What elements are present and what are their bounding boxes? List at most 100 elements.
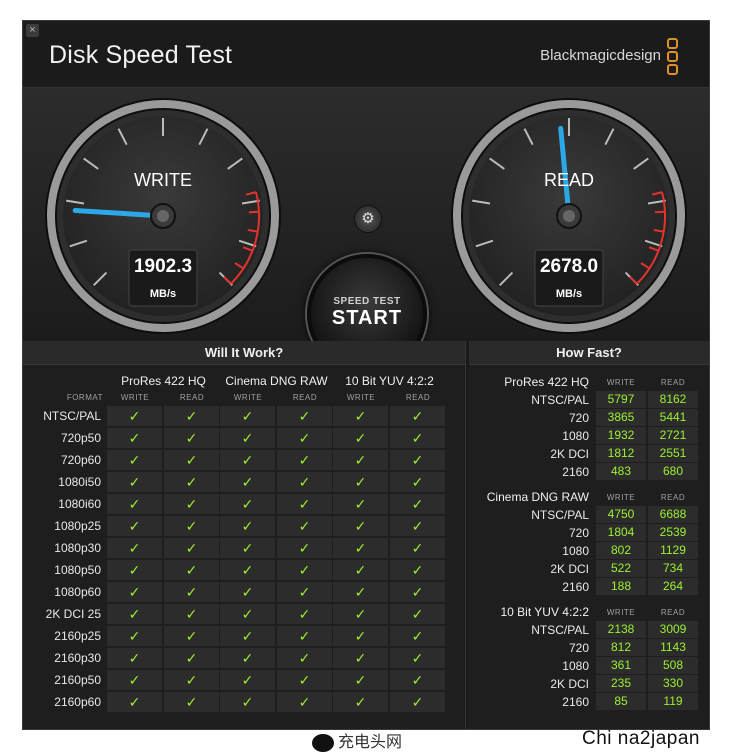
read-fps-value: 734 [648, 560, 698, 577]
speed-group-header: Cinema DNG RAW WRITE READ [469, 486, 709, 506]
read-fps-value: 6688 [648, 506, 698, 523]
check-icon: ✓ [220, 626, 275, 646]
check-icon: ✓ [277, 692, 332, 712]
check-icon: ✓ [390, 670, 445, 690]
check-icon: ✓ [277, 560, 332, 580]
table-row: 2160 483 680 [469, 463, 709, 481]
codec-name: 10 Bit YUV 4:2:2 [500, 605, 590, 619]
table-row: 1080i50 ✓ ✓ ✓ ✓ ✓ ✓ [23, 471, 466, 493]
check-icon: ✓ [220, 538, 275, 558]
check-icon: ✓ [333, 670, 388, 690]
check-icon: ✓ [107, 626, 162, 646]
settings-gear-icon[interactable]: ⚙ [354, 205, 382, 233]
resolution-label: 2K DCI [550, 447, 589, 461]
table-row: 1080 1932 2721 [469, 427, 709, 445]
write-fps-value: 1932 [596, 427, 646, 444]
write-speed-unit: MB/s [149, 288, 177, 300]
write-column-label: WRITE [346, 393, 376, 402]
check-icon: ✓ [333, 406, 388, 426]
format-label: 1080p30 [54, 541, 101, 555]
resolution-label: 720 [568, 641, 589, 655]
resolution-label: NTSC/PAL [531, 623, 589, 637]
check-icon: ✓ [390, 406, 445, 426]
format-label: 720p60 [60, 453, 101, 467]
check-icon: ✓ [220, 648, 275, 668]
check-icon: ✓ [390, 582, 445, 602]
codec-name: Cinema DNG RAW [486, 490, 589, 504]
check-icon: ✓ [107, 428, 162, 448]
write-column-label: WRITE [606, 378, 636, 387]
check-icon: ✓ [107, 406, 162, 426]
format-label: 1080p25 [54, 519, 101, 533]
read-fps-value: 119 [648, 693, 698, 710]
write-speed-value: 1902.3 [133, 256, 193, 277]
check-icon: ✓ [107, 582, 162, 602]
check-icon: ✓ [220, 494, 275, 514]
read-fps-value: 2551 [648, 445, 698, 462]
check-icon: ✓ [333, 560, 388, 580]
table-row: NTSC/PAL 5797 8162 [469, 391, 709, 409]
start-button-label: START [331, 307, 403, 329]
table-row: 2K DCI 25 ✓ ✓ ✓ ✓ ✓ ✓ [23, 603, 466, 625]
read-column-label: READ [660, 608, 686, 617]
table-row: NTSC/PAL 4750 6688 [469, 506, 709, 524]
read-column-label: READ [292, 393, 318, 402]
check-icon: ✓ [164, 670, 219, 690]
resolution-label: 2160 [562, 465, 589, 479]
close-icon[interactable]: × [26, 24, 39, 37]
read-fps-value: 264 [648, 578, 698, 595]
check-icon: ✓ [164, 692, 219, 712]
table-row: 2160p50 ✓ ✓ ✓ ✓ ✓ ✓ [23, 669, 466, 691]
check-icon: ✓ [277, 450, 332, 470]
watermark-right: Chi na2japan [582, 728, 700, 749]
blackmagic-logo-icon [667, 38, 679, 77]
check-icon: ✓ [164, 450, 219, 470]
read-gauge-dial [451, 98, 687, 334]
check-icon: ✓ [107, 538, 162, 558]
check-icon: ✓ [333, 450, 388, 470]
format-label: 1080i50 [58, 475, 101, 489]
check-icon: ✓ [390, 692, 445, 712]
read-fps-value: 330 [648, 675, 698, 692]
table-row: 1080p25 ✓ ✓ ✓ ✓ ✓ ✓ [23, 515, 466, 537]
write-fps-value: 5797 [596, 391, 646, 408]
write-fps-value: 802 [596, 542, 646, 559]
check-icon: ✓ [333, 516, 388, 536]
will-it-work-table: ProRes 422 HQ Cinema DNG RAW 10 Bit YUV 4:… [23, 371, 466, 713]
speed-group-header: 10 Bit YUV 4:2:2 WRITE READ [469, 601, 709, 621]
write-fps-value: 483 [596, 463, 646, 480]
write-fps-value: 4750 [596, 506, 646, 523]
check-icon: ✓ [164, 406, 219, 426]
gauge-area: WRITE 1902.3 MB/s ⚙ SPEED TEST START REA… [23, 87, 709, 374]
check-icon: ✓ [107, 648, 162, 668]
read-column-label: READ [405, 393, 431, 402]
check-icon: ✓ [164, 494, 219, 514]
app-window: × Disk Speed Test Blackmagicdesign WRITE… [22, 20, 710, 730]
check-icon: ✓ [390, 472, 445, 492]
codec-headers: ProRes 422 HQ Cinema DNG RAW 10 Bit YUV 4:… [23, 371, 466, 391]
format-label: 2160p25 [54, 629, 101, 643]
check-icon: ✓ [390, 648, 445, 668]
watermark-left-text: 充电头网 [338, 734, 403, 751]
resolution-label: 2K DCI [550, 677, 589, 691]
table-row: 2160p60 ✓ ✓ ✓ ✓ ✓ ✓ [23, 691, 466, 713]
table-row: 1080p50 ✓ ✓ ✓ ✓ ✓ ✓ [23, 559, 466, 581]
check-icon: ✓ [277, 538, 332, 558]
check-icon: ✓ [220, 516, 275, 536]
format-label: 1080i60 [58, 497, 101, 511]
check-icon: ✓ [333, 604, 388, 624]
check-icon: ✓ [164, 428, 219, 448]
write-fps-value: 3865 [596, 409, 646, 426]
app-title: Disk Speed Test [49, 41, 233, 69]
resolution-label: 2160 [562, 695, 589, 709]
check-icon: ✓ [390, 560, 445, 580]
check-icon: ✓ [333, 494, 388, 514]
check-icon: ✓ [220, 406, 275, 426]
write-gauge-label: WRITE [134, 170, 192, 190]
weibo-logo-icon [312, 733, 334, 752]
table-row: 1080 802 1129 [469, 542, 709, 560]
check-icon: ✓ [333, 582, 388, 602]
read-fps-value: 3009 [648, 621, 698, 638]
format-label: 2160p30 [54, 651, 101, 665]
format-label: 1080p60 [54, 585, 101, 599]
